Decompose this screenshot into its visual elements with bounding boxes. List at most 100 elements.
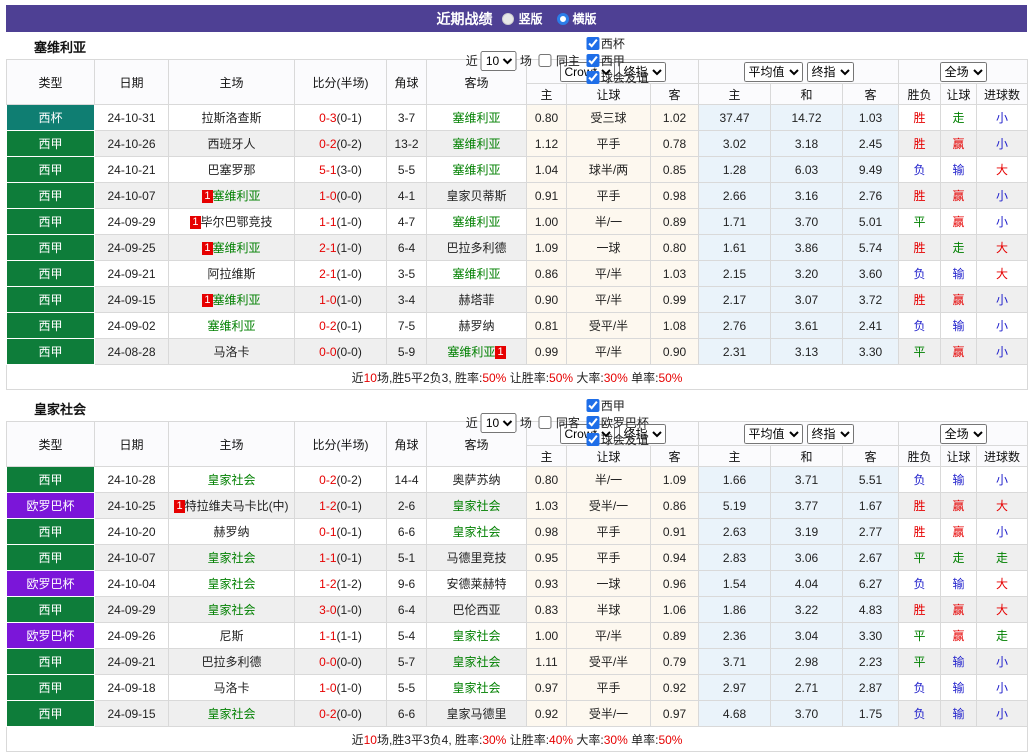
avg-source-select[interactable]: 平均值 <box>743 423 803 444</box>
home-team[interactable]: 皇家社会 <box>207 577 255 591</box>
away-team[interactable]: 皇家社会 <box>452 681 500 695</box>
home-team-cell: 尼斯 <box>168 622 295 649</box>
league-checkbox[interactable] <box>586 433 600 446</box>
away-team-cell: 赫罗纳 <box>426 312 527 339</box>
away-team[interactable]: 塞维利亚 <box>452 267 500 281</box>
match-count-select[interactable]: 10 <box>480 50 517 71</box>
full-score: 0-2 <box>319 706 337 721</box>
scope-select[interactable]: 全场 <box>939 61 987 82</box>
rank-badge: 1 <box>174 500 185 513</box>
avg-home: 1.86 <box>698 596 772 623</box>
home-team: 尼斯 <box>219 629 244 643</box>
away-team[interactable]: 皇家社会 <box>452 629 500 643</box>
handicap: 受半/一 <box>566 492 651 519</box>
col-score: 比分(半场) <box>294 59 387 105</box>
summary-line: 近10场,胜5平2负3, 胜率:50% 让胜率:50% 大率:30% 单率:50… <box>5 364 1029 390</box>
home-team[interactable]: 皇家社会 <box>207 551 255 565</box>
half-score: (1-0) <box>336 266 362 281</box>
full-score: 0-2 <box>319 136 337 151</box>
summary-line: 近10场,胜3平3负4, 胜率:30% 让胜率:40% 大率:30% 单率:50… <box>5 726 1029 752</box>
odds-home: 1.12 <box>526 130 567 157</box>
home-team[interactable]: 1 塞维利亚 <box>202 241 261 255</box>
summary-text: 单率: <box>627 370 659 385</box>
away-team[interactable]: 皇家社会 <box>452 499 500 513</box>
avg-draw: 3.13 <box>770 338 844 365</box>
away-team[interactable]: 皇家社会 <box>452 655 500 669</box>
result-handicap: 赢 <box>940 518 978 545</box>
full-score: 1-1 <box>319 214 337 229</box>
match-row: 欧罗巴杯 24-09-26 尼斯 1-1(1-1) 5-4 皇家社会 1.00 平/半 0.89… <box>6 622 1029 649</box>
scope-select[interactable]: 全场 <box>939 423 987 444</box>
handicap: 平/半 <box>566 338 651 365</box>
avg-home: 2.31 <box>698 338 772 365</box>
odds-away: 0.98 <box>649 182 700 209</box>
avg-draw: 3.71 <box>770 466 844 493</box>
league-checkbox[interactable] <box>586 71 600 84</box>
handicap: 半球 <box>566 596 651 623</box>
same-venue-checkbox[interactable] <box>538 416 552 429</box>
corner-count: 6-4 <box>386 596 427 623</box>
avg-stage-select[interactable]: 终指 <box>806 423 854 444</box>
away-team[interactable]: 皇家社会 <box>452 525 500 539</box>
away-team-cell: 塞维利亚 <box>426 104 527 131</box>
away-team[interactable]: 塞维利亚 <box>452 111 500 125</box>
home-team[interactable]: 皇家社会 <box>207 707 255 721</box>
col-result-handicap: 让球 <box>940 83 978 105</box>
half-score: (0-1) <box>336 498 362 513</box>
result-wdl: 胜 <box>898 596 942 623</box>
home-team-cell: 巴塞罗那 <box>168 156 295 183</box>
match-date: 24-09-29 <box>94 208 169 235</box>
avg-away: 2.67 <box>842 544 900 571</box>
avg-away: 3.72 <box>842 286 900 313</box>
summary-text: 单率: <box>627 732 659 747</box>
corner-count: 5-5 <box>386 156 427 183</box>
avg-source-select[interactable]: 平均值 <box>743 61 803 82</box>
summary-stat-value: 50% <box>658 732 683 747</box>
same-venue-checkbox[interactable] <box>538 54 552 67</box>
avg-home: 2.83 <box>698 544 772 571</box>
league-checkbox[interactable] <box>586 416 600 429</box>
result-handicap: 赢 <box>940 596 978 623</box>
league-checkbox[interactable] <box>586 37 600 50</box>
odds-home: 0.86 <box>526 260 567 287</box>
score-cell: 0-2(0-1) <box>294 312 387 339</box>
match-date: 24-09-29 <box>94 596 169 623</box>
same-venue-label: 同主 <box>555 54 580 68</box>
odds-home: 1.00 <box>526 622 567 649</box>
home-team[interactable]: 1 塞维利亚 <box>202 189 261 203</box>
summary-stat-value: 50% <box>658 370 683 385</box>
away-team[interactable]: 塞维利亚 <box>452 163 500 177</box>
full-score: 0-2 <box>319 318 337 333</box>
result-goals: 大 <box>976 260 1029 287</box>
home-team[interactable]: 1 塞维利亚 <box>202 293 261 307</box>
home-team[interactable]: 皇家社会 <box>207 473 255 487</box>
team-name: 塞维利亚 <box>34 40 87 55</box>
col-avg-home: 主 <box>698 445 772 467</box>
odds-away: 0.99 <box>649 286 700 313</box>
home-team[interactable]: 塞维利亚 <box>207 319 255 333</box>
odds-away: 0.97 <box>649 700 700 727</box>
league-checkbox[interactable] <box>586 399 600 412</box>
away-team: 赫塔菲 <box>458 293 495 307</box>
odds-away: 1.02 <box>649 104 700 131</box>
team-name: 皇家社会 <box>34 402 87 417</box>
col-corner: 角球 <box>386 59 427 105</box>
home-team: 1 特拉维夫马卡比(中) <box>174 499 289 513</box>
match-count-select[interactable]: 10 <box>480 412 517 433</box>
avg-draw: 3.07 <box>770 286 844 313</box>
league-type-cell: 欧罗巴杯 <box>6 570 95 597</box>
odds-home: 0.93 <box>526 570 567 597</box>
col-avg-away: 客 <box>842 445 900 467</box>
home-team-cell: 马洛卡 <box>168 338 295 365</box>
away-team[interactable]: 塞维利亚 <box>452 215 500 229</box>
away-team[interactable]: 塞维利亚 <box>452 137 500 151</box>
layout-radio-horizontal[interactable]: 横版 <box>556 10 597 27</box>
away-team[interactable]: 塞维利亚 1 <box>447 345 506 359</box>
away-team-cell: 塞维利亚 <box>426 260 527 287</box>
league-checkbox[interactable] <box>586 54 600 67</box>
home-team[interactable]: 皇家社会 <box>207 603 255 617</box>
avg-stage-select[interactable]: 终指 <box>806 61 854 82</box>
layout-radio-vertical[interactable]: 竖版 <box>502 10 543 27</box>
avg-draw: 3.04 <box>770 622 844 649</box>
col-odds-handicap: 让球 <box>566 445 651 467</box>
